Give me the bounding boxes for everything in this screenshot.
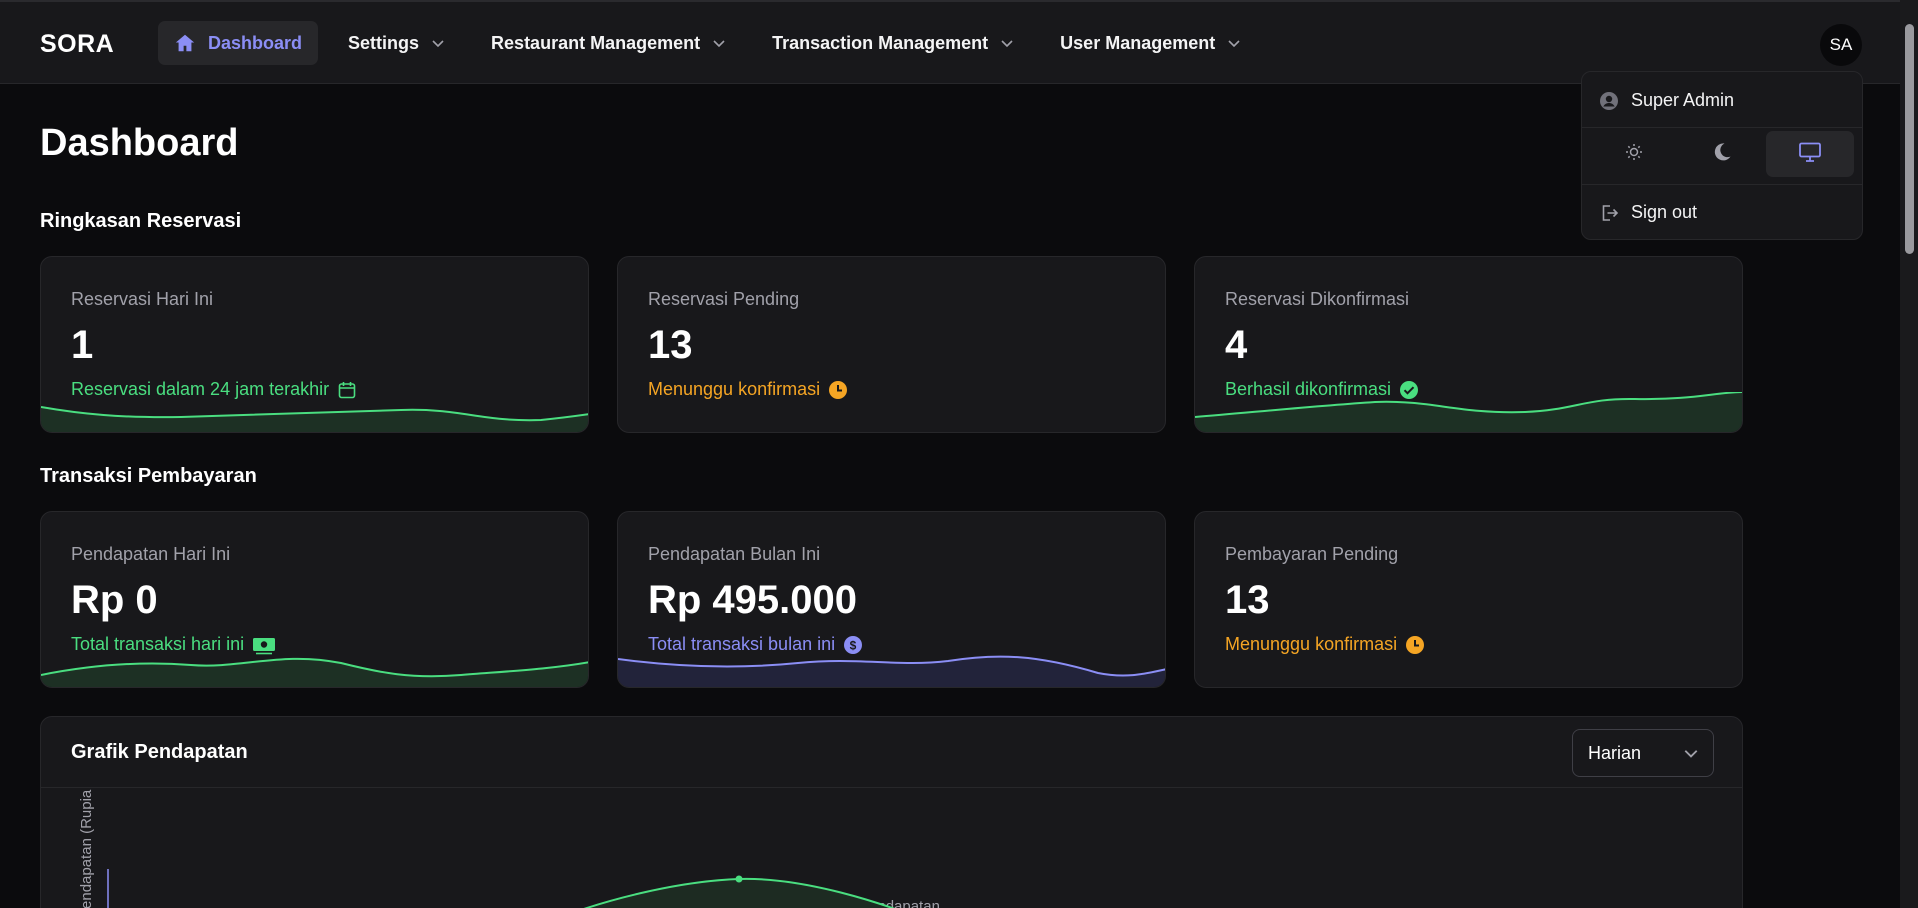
stat-card-revenue-today: Pendapatan Hari Ini Rp 0 Total transaksi… — [40, 511, 589, 688]
sparkline — [618, 655, 1165, 687]
card-value: 1 — [71, 323, 94, 367]
user-menu-header: Super Admin — [1599, 90, 1734, 111]
nav-item-user-management[interactable]: User Management — [1044, 21, 1257, 65]
card-subtitle: Menunggu konfirmasi — [648, 379, 848, 400]
stat-card-payments-pending: Pembayaran Pending 13 Menunggu konfirmas… — [1194, 511, 1743, 688]
stat-card-reservations-pending: Reservasi Pending 13 Menunggu konfirmasi — [617, 256, 1166, 433]
sign-out-icon — [1599, 203, 1619, 223]
main-nav: Dashboard Settings Restaurant Management… — [158, 21, 1271, 65]
nav-label: Restaurant Management — [491, 32, 701, 53]
nav-label: Transaction Management — [772, 32, 989, 53]
nav-label: Settings — [348, 32, 420, 53]
panel-header: Grafik Pendapatan Harian — [41, 717, 1742, 788]
page-scrollbar[interactable] — [1900, 0, 1918, 908]
section-title-reservations: Ringkasan Reservasi — [40, 210, 242, 232]
period-select[interactable]: Harian — [1572, 729, 1714, 777]
stat-card-reservations-confirmed: Reservasi Dikonfirmasi 4 Berhasil dikonf… — [1194, 256, 1743, 433]
sparkline — [41, 657, 588, 687]
clock-icon — [828, 380, 848, 400]
stat-card-revenue-month: Pendapatan Bulan Ini Rp 495.000 Total tr… — [617, 511, 1166, 688]
theme-light-button[interactable] — [1590, 131, 1678, 177]
data-point — [735, 875, 743, 883]
nav-item-restaurant-management[interactable]: Restaurant Management — [475, 21, 742, 65]
revenue-line-chart: Pendapatan (Rupiah) Pendapatan — [78, 789, 940, 908]
card-label: Pendapatan Hari Ini — [71, 544, 231, 564]
chevron-down-icon — [1000, 36, 1014, 50]
card-value: Rp 495.000 — [648, 578, 858, 622]
user-name: Super Admin — [1631, 90, 1735, 110]
card-subtitle-text: Menunggu konfirmasi — [1225, 634, 1398, 654]
theme-switcher — [1590, 131, 1854, 177]
stat-card-reservations-today: Reservasi Hari Ini 1 Reservasi dalam 24 … — [40, 256, 589, 433]
card-value: Rp 0 — [71, 578, 158, 622]
nav-item-dashboard[interactable]: Dashboard — [158, 21, 319, 65]
theme-dark-button[interactable] — [1678, 131, 1766, 177]
sign-out-button[interactable]: Sign out — [1599, 202, 1697, 223]
user-menu-dropdown: Super Admin Sign out — [1581, 71, 1863, 240]
card-label: Reservasi Hari Ini — [71, 289, 214, 309]
user-circle-icon — [1599, 91, 1619, 111]
nav-label: User Management — [1060, 32, 1216, 53]
chevron-down-icon — [1683, 745, 1699, 766]
panel-title: Grafik Pendapatan — [71, 741, 248, 763]
divider — [1582, 127, 1862, 128]
chevron-down-icon — [1227, 36, 1241, 50]
chevron-down-icon — [431, 36, 445, 50]
revenue-chart-panel: Grafik Pendapatan Harian Pendapatan (Rup… — [40, 716, 1743, 908]
chevron-down-icon — [712, 36, 726, 50]
sparkline — [1195, 392, 1742, 432]
brand-logo[interactable]: SORA — [40, 30, 114, 59]
section-title-payments: Transaksi Pembayaran — [40, 465, 257, 487]
nav-item-transaction-management[interactable]: Transaction Management — [756, 21, 1030, 65]
moon-icon — [1711, 141, 1733, 168]
sun-icon — [1624, 142, 1644, 167]
sparkline — [41, 406, 588, 432]
clock-icon — [1405, 635, 1425, 655]
card-subtitle: Menunggu konfirmasi — [1225, 634, 1425, 655]
card-value: 13 — [1225, 578, 1270, 622]
monitor-icon — [1798, 141, 1822, 168]
card-label: Pendapatan Bulan Ini — [648, 544, 821, 564]
card-value: 13 — [648, 323, 693, 367]
card-label: Reservasi Dikonfirmasi — [1225, 289, 1410, 309]
nav-label: Dashboard — [208, 32, 303, 53]
y-axis-label: Pendapatan (Rupiah) — [78, 789, 95, 908]
page-title: Dashboard — [40, 122, 239, 164]
nav-item-settings[interactable]: Settings — [332, 21, 461, 65]
scrollbar-thumb[interactable] — [1905, 24, 1914, 254]
divider — [1582, 184, 1862, 185]
period-select-value: Harian — [1588, 742, 1642, 763]
card-subtitle-text: Menunggu konfirmasi — [648, 379, 821, 399]
card-value: 4 — [1225, 323, 1248, 367]
user-avatar-button[interactable]: SA — [1820, 24, 1862, 66]
sign-out-label: Sign out — [1631, 202, 1698, 222]
home-icon — [174, 32, 196, 54]
card-label: Pembayaran Pending — [1225, 544, 1399, 564]
theme-system-button[interactable] — [1766, 131, 1854, 177]
card-label: Reservasi Pending — [648, 289, 800, 309]
